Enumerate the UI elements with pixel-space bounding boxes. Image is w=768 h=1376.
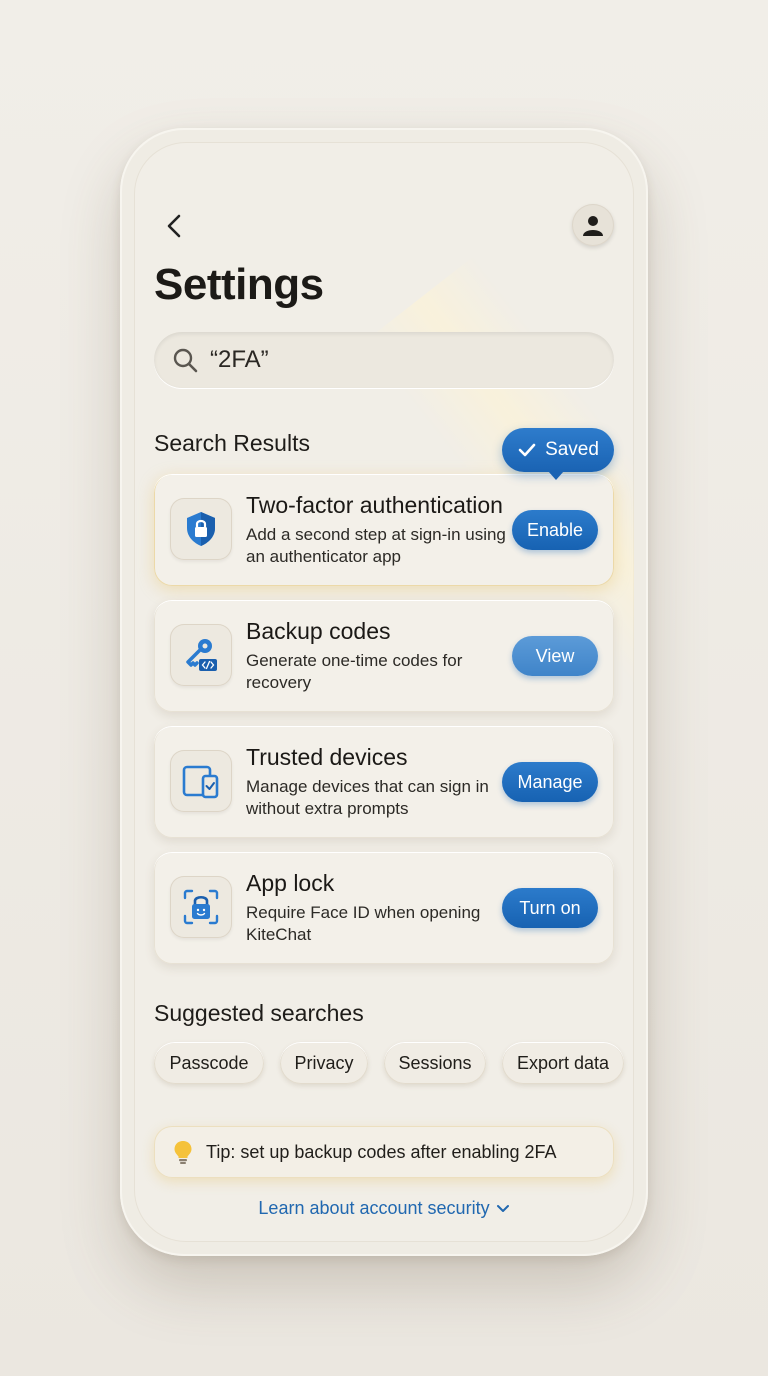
chevron-down-icon bbox=[496, 1205, 509, 1213]
saved-label: Saved bbox=[545, 439, 599, 460]
card-title: Backup codes bbox=[246, 618, 391, 644]
card-title: App lock bbox=[246, 870, 335, 896]
card-description: Add a second step at sign-in using an au… bbox=[246, 525, 506, 566]
card-icon-container bbox=[170, 498, 232, 560]
enable-button[interactable]: Enable bbox=[512, 510, 598, 550]
result-app-lock[interactable]: App lock Require Face ID when opening Ki… bbox=[154, 852, 614, 964]
result-two-factor-auth[interactable]: Two-factor authentication Add a second s… bbox=[154, 474, 614, 586]
back-button[interactable] bbox=[160, 210, 188, 242]
turn-on-button[interactable]: Turn on bbox=[502, 888, 598, 928]
settings-screen: Settings Search Results Two-factor authe… bbox=[134, 142, 634, 1242]
search-input[interactable] bbox=[210, 346, 590, 374]
tip-text: Tip: set up backup codes after enabling … bbox=[206, 1141, 557, 1162]
suggested-chips: Passcode Privacy Sessions Export data bbox=[154, 1042, 634, 1086]
manage-button[interactable]: Manage bbox=[502, 762, 598, 802]
result-trusted-devices[interactable]: Trusted devices Manage devices that can … bbox=[154, 726, 614, 838]
card-description: Generate one-time codes for recovery bbox=[246, 651, 463, 692]
result-backup-codes[interactable]: Backup codes Generate one-time codes for… bbox=[154, 600, 614, 712]
view-button[interactable]: View bbox=[512, 636, 598, 676]
checkmark-icon bbox=[518, 443, 536, 457]
lightbulb-icon bbox=[174, 1141, 192, 1164]
devices-icon bbox=[182, 765, 219, 799]
face-lock-icon bbox=[183, 889, 219, 925]
key-code-icon bbox=[186, 639, 217, 671]
tip-banner: Tip: set up backup codes after enabling … bbox=[154, 1126, 614, 1178]
chip-passcode[interactable]: Passcode bbox=[154, 1042, 264, 1084]
card-icon-container bbox=[170, 624, 232, 686]
card-description: Require Face ID when opening KiteChat bbox=[246, 903, 481, 944]
card-description: Manage devices that can sign in without … bbox=[246, 777, 489, 818]
page-title: Settings bbox=[154, 260, 324, 309]
chip-export-data[interactable]: Export data bbox=[502, 1042, 624, 1084]
saved-toast: Saved bbox=[502, 428, 614, 480]
shield-lock-icon bbox=[187, 512, 215, 546]
person-icon bbox=[583, 216, 603, 236]
card-icon-container bbox=[170, 876, 232, 938]
avatar-button[interactable] bbox=[572, 204, 614, 246]
chip-privacy[interactable]: Privacy bbox=[280, 1042, 368, 1084]
learn-more-text: Learn about account security bbox=[258, 1198, 490, 1218]
learn-more-link[interactable]: Learn about account security bbox=[134, 1198, 634, 1219]
search-bar[interactable] bbox=[154, 332, 614, 388]
card-icon-container bbox=[170, 750, 232, 812]
chip-sessions[interactable]: Sessions bbox=[384, 1042, 486, 1084]
search-icon bbox=[173, 348, 198, 373]
card-title: Two-factor authentication bbox=[246, 492, 503, 518]
card-title: Trusted devices bbox=[246, 744, 408, 770]
suggested-searches-heading: Suggested searches bbox=[154, 1000, 364, 1026]
chevron-left-icon bbox=[167, 214, 181, 238]
search-results-heading: Search Results bbox=[154, 430, 310, 456]
